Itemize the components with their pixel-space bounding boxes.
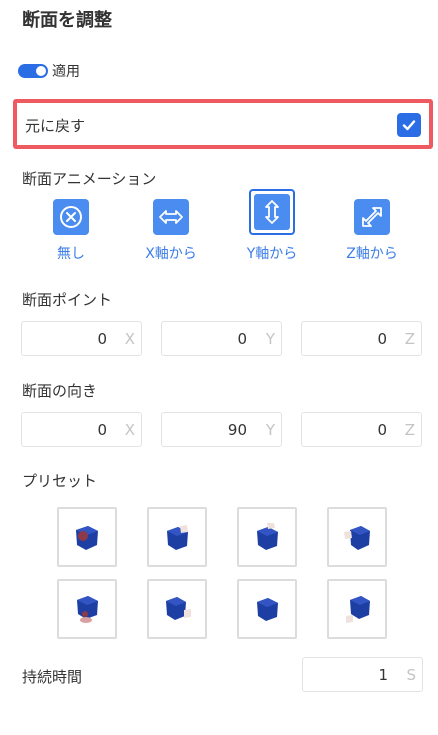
preset-8[interactable] xyxy=(327,579,387,639)
field-unit: X xyxy=(124,421,135,439)
field-value: 0 xyxy=(237,330,247,348)
cube-preview-icon xyxy=(346,596,370,623)
apply-toggle[interactable] xyxy=(18,64,48,78)
anim-option-none[interactable]: 無し xyxy=(31,199,111,263)
diagonal-arrows-icon xyxy=(354,199,390,235)
cube-preview-icon xyxy=(166,597,191,620)
preset-6[interactable] xyxy=(147,579,207,639)
preset-3[interactable] xyxy=(237,507,297,567)
point-y-input[interactable]: 0 Y xyxy=(161,321,282,356)
cube-preview-icon xyxy=(344,526,370,550)
apply-label: 適用 xyxy=(52,64,80,80)
reset-checkbox[interactable] xyxy=(397,113,421,137)
duration-input[interactable]: 1 S xyxy=(302,657,423,692)
cube-preview-icon xyxy=(76,526,98,550)
field-value: 0 xyxy=(97,421,107,439)
reset-label: 元に戻す xyxy=(25,117,86,135)
field-unit: S xyxy=(406,666,416,684)
reset-row[interactable]: 元に戻す xyxy=(13,99,433,149)
field-value: 0 xyxy=(377,330,387,348)
direction-label: 断面の向き xyxy=(22,382,98,400)
anim-option-label: Z軸から xyxy=(346,246,398,262)
duration-label: 持続時間 xyxy=(22,668,83,686)
field-value: 1 xyxy=(378,666,388,684)
anim-option-label: 無し xyxy=(57,246,85,262)
direction-y-input[interactable]: 90 Y xyxy=(161,412,282,447)
anim-option-x[interactable]: X軸から xyxy=(131,199,211,263)
field-unit: Y xyxy=(265,421,275,439)
point-label: 断面ポイント xyxy=(22,291,113,309)
anim-option-y[interactable]: Y軸から xyxy=(232,189,312,263)
preset-5[interactable] xyxy=(57,579,117,639)
field-unit: X xyxy=(124,330,135,348)
apply-toggle-row[interactable]: 適用 xyxy=(18,61,80,81)
field-unit: Y xyxy=(265,330,275,348)
cube-preview-icon xyxy=(257,598,278,621)
direction-z-input[interactable]: 0 Z xyxy=(301,412,422,447)
cube-preview-icon xyxy=(77,596,98,623)
preset-7[interactable] xyxy=(237,579,297,639)
point-x-input[interactable]: 0 X xyxy=(21,321,142,356)
toggle-knob xyxy=(36,66,46,76)
field-value: 0 xyxy=(97,330,107,348)
direction-x-input[interactable]: 0 X xyxy=(21,412,142,447)
field-value: 0 xyxy=(377,421,387,439)
animation-label: 断面アニメーション xyxy=(22,170,157,188)
cube-preview-icon xyxy=(257,523,278,550)
anim-icon-frame xyxy=(249,189,295,235)
anim-option-label: X軸から xyxy=(145,246,197,262)
no-animation-icon xyxy=(53,199,89,235)
field-unit: Z xyxy=(404,330,415,348)
panel-title: 断面を調整 xyxy=(22,10,112,31)
cube-preview-icon xyxy=(167,525,188,550)
field-value: 90 xyxy=(227,421,247,439)
check-icon xyxy=(402,120,416,131)
presets-label: プリセット xyxy=(22,472,98,490)
preset-1[interactable] xyxy=(57,507,117,567)
vertical-arrows-icon xyxy=(254,194,290,230)
anim-option-label: Y軸から xyxy=(246,246,298,262)
preset-2[interactable] xyxy=(147,507,207,567)
anim-option-z[interactable]: Z軸から xyxy=(332,199,412,263)
point-z-input[interactable]: 0 Z xyxy=(301,321,422,356)
preset-4[interactable] xyxy=(327,507,387,567)
field-unit: Z xyxy=(404,421,415,439)
horizontal-arrows-icon xyxy=(153,199,189,235)
